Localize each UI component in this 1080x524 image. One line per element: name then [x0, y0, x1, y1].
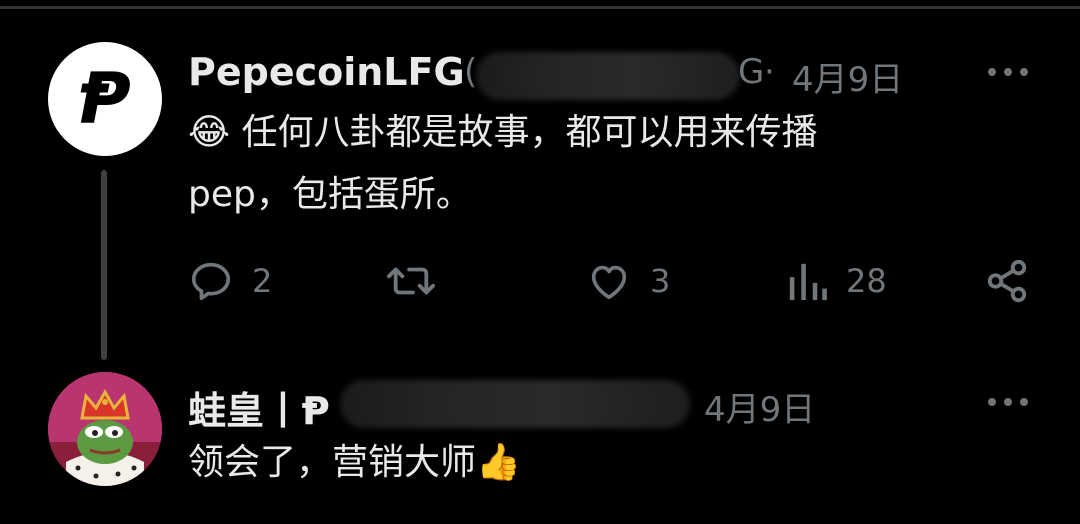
share-button[interactable] — [984, 258, 1030, 304]
post-date[interactable]: 4月9日 — [792, 52, 903, 101]
more-options-icon[interactable] — [988, 68, 1028, 76]
redacted-handle — [476, 52, 740, 100]
laughing-emoji: 😂 — [188, 112, 231, 153]
avatar[interactable]: Ᵽ — [48, 42, 162, 156]
handle-suffix: G — [738, 52, 765, 92]
top-divider — [0, 6, 1080, 9]
thumbs-up-emoji: 👍 — [476, 442, 521, 483]
pepecoin-logo-icon: Ᵽ — [79, 58, 131, 140]
share-icon — [987, 259, 1027, 303]
redacted-handle — [340, 380, 690, 428]
views-chart-icon — [789, 263, 827, 301]
view-count: 28 — [846, 262, 887, 300]
tweet-text-line1: 任何八卦都是故事，都可以用来传播 — [241, 112, 818, 153]
retweet-icon — [387, 267, 435, 295]
tweet-text-line2: pep，包括蛋所。 — [188, 174, 472, 215]
reply-count: 2 — [252, 262, 273, 300]
tweet-text: 😂 任何八卦都是故事，都可以用来传播 — [188, 102, 818, 164]
more-options-icon[interactable] — [988, 398, 1028, 406]
reply-button[interactable]: 2 — [188, 258, 272, 304]
thread-connector-line — [101, 170, 107, 360]
reply-text-content: 领会了，营销大师 — [188, 442, 477, 483]
frog-king-avatar-icon — [48, 372, 162, 486]
avatar[interactable] — [48, 372, 162, 486]
like-button[interactable]: 3 — [586, 258, 670, 304]
like-count: 3 — [650, 262, 671, 300]
author-name[interactable]: 蛙皇丨Ᵽ — [188, 380, 330, 435]
views-button[interactable]: 28 — [786, 258, 887, 304]
reply-icon — [191, 262, 231, 301]
retweet-button[interactable] — [386, 258, 454, 304]
author-name[interactable]: PepecoinLFG — [188, 50, 465, 94]
reply-text: 领会了，营销大师👍 — [188, 432, 521, 494]
heart-icon — [591, 265, 627, 300]
post-date[interactable]: 4月9日 — [704, 382, 815, 431]
separator-dot: · — [764, 52, 775, 92]
